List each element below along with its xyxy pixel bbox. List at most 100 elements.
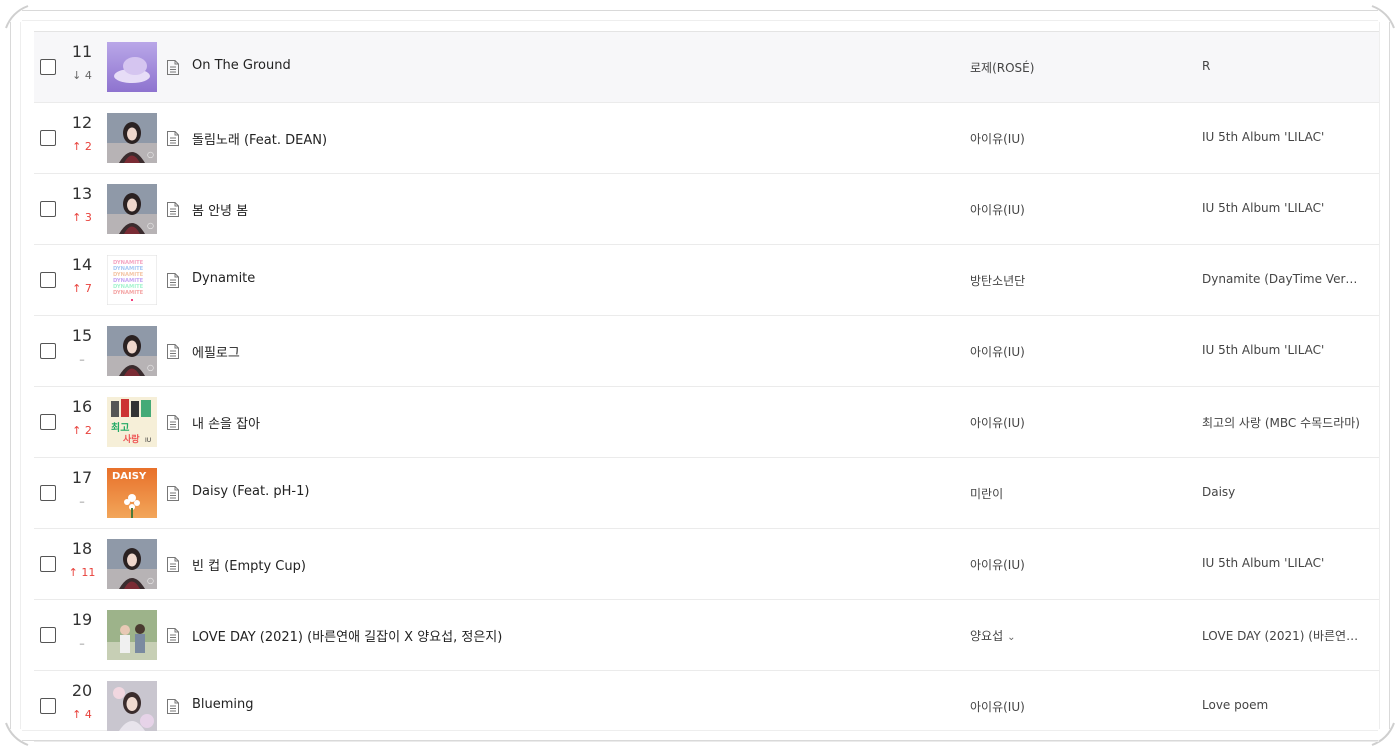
rank-change-value: 7 — [81, 282, 92, 295]
chart-row[interactable]: 12 ↑ 2 ○ 돌림노래 (Feat. DEAN) 아이유(IU) IU 5t… — [34, 103, 1379, 174]
song-title[interactable]: 봄 안녕 봄 — [192, 200, 248, 219]
row-checkbox[interactable] — [40, 130, 56, 146]
chart-row[interactable]: 15 – ○ 에필로그 아이유(IU) IU 5th Album 'LILAC' — [34, 316, 1379, 387]
rank-number: 20 — [71, 681, 93, 700]
chart-row[interactable]: 13 ↑ 3 ○ 봄 안녕 봄 아이유(IU) IU 5th Album 'LI… — [34, 174, 1379, 245]
row-checkbox[interactable] — [40, 201, 56, 217]
rank-change-value: 11 — [77, 566, 96, 579]
song-title[interactable]: 에필로그 — [192, 342, 240, 361]
song-title[interactable]: Daisy (Feat. pH-1) — [192, 484, 309, 499]
arrow-up-icon: ↑ — [72, 708, 82, 721]
album-art[interactable]: ○ — [107, 326, 157, 376]
album-name[interactable]: Dynamite (DayTime Version) — [1202, 272, 1362, 286]
album-name[interactable]: 최고의 사랑 (MBC 수목드라마) — [1202, 414, 1362, 431]
chart-row[interactable]: 19 – LOVE DAY (2021) (바른연애 길잡이 X 양요섭, 정은… — [34, 600, 1379, 671]
row-checkbox[interactable] — [40, 627, 56, 643]
arrow-up-icon: ↑ — [68, 566, 78, 579]
frame-line-left — [10, 22, 11, 729]
rank-change-value: 4 — [81, 69, 92, 82]
album-art[interactable]: 최고 사랑 IU — [107, 397, 157, 447]
song-title[interactable]: 내 손을 잡아 — [192, 413, 260, 432]
lyrics-document-icon[interactable] — [166, 415, 180, 430]
artist-name[interactable]: 아이유(IU) — [970, 130, 1025, 147]
artist-name[interactable]: 아이유(IU) — [970, 414, 1025, 431]
lyrics-document-icon[interactable] — [166, 699, 180, 714]
artist-name[interactable]: 아이유(IU) — [970, 201, 1025, 218]
rank-number: 12 — [71, 113, 93, 132]
row-checkbox[interactable] — [40, 59, 56, 75]
lyrics-document-icon[interactable] — [166, 273, 180, 288]
svg-text:○: ○ — [147, 363, 154, 372]
rank-number: 11 — [71, 42, 93, 61]
song-title[interactable]: 돌림노래 (Feat. DEAN) — [192, 129, 327, 148]
song-title[interactable]: 빈 컵 (Empty Cup) — [192, 555, 306, 574]
album-art[interactable]: ○ — [107, 113, 157, 163]
chevron-down-icon[interactable]: ⌄ — [1007, 632, 1015, 643]
arrow-up-icon: ↑ — [72, 424, 82, 437]
chart-row[interactable]: 18 ↑ 11 ○ 빈 컵 (Empty Cup) 아이유(IU) IU 5th… — [34, 529, 1379, 600]
row-checkbox[interactable] — [40, 272, 56, 288]
album-name[interactable]: LOVE DAY (2021) (바른연애 길잡이) — [1202, 627, 1362, 644]
rank-change: ↓ 4 — [62, 69, 102, 82]
row-checkbox[interactable] — [40, 485, 56, 501]
arrow-up-icon: ↑ — [72, 211, 82, 224]
chart-row[interactable]: 17 – DAISY Daisy (Feat. pH-1) 미란이 Daisy — [34, 458, 1379, 529]
lyrics-document-icon[interactable] — [166, 628, 180, 643]
lyrics-document-icon[interactable] — [166, 60, 180, 75]
artist-name[interactable]: 양요섭 ⌄ — [970, 627, 1016, 644]
album-art[interactable] — [107, 610, 157, 660]
album-name[interactable]: Love poem — [1202, 698, 1362, 712]
rank-change: ↑ 2 — [62, 424, 102, 437]
artist-name[interactable]: 방탄소년단 — [970, 272, 1025, 289]
lyrics-document-icon[interactable] — [166, 486, 180, 501]
rank-change-value: 2 — [81, 424, 92, 437]
rank-number: 13 — [71, 184, 93, 203]
artist-name[interactable]: 아이유(IU) — [970, 343, 1025, 360]
rank-change-value: – — [79, 637, 85, 650]
song-title[interactable]: Blueming — [192, 697, 254, 712]
svg-text:DAISY: DAISY — [112, 471, 147, 482]
chart-row[interactable]: 16 ↑ 2 최고 사랑 IU 내 손을 잡아 아이유(IU) 최고의 사랑 (MB… — [34, 387, 1379, 458]
chart-row[interactable]: 11 ↓ 4 On The Ground 로제(ROSÉ) R — [34, 31, 1379, 103]
artist-name[interactable]: 미란이 — [970, 485, 1003, 502]
rank-number: 19 — [71, 610, 93, 629]
frame-line-top — [22, 10, 1378, 11]
artist-name[interactable]: 아이유(IU) — [970, 556, 1025, 573]
album-art[interactable]: DYNAMITE DYNAMITE DYNAMITE DYNAMITE DYNAMITE… — [107, 255, 157, 305]
album-name[interactable]: IU 5th Album 'LILAC' — [1202, 130, 1362, 144]
song-title[interactable]: Dynamite — [192, 271, 255, 286]
album-art[interactable]: ○ — [107, 539, 157, 589]
chart-row[interactable]: 20 ↑ 4 Blueming 아이유(IU) Love poem — [34, 671, 1379, 742]
album-name[interactable]: IU 5th Album 'LILAC' — [1202, 556, 1362, 570]
row-checkbox[interactable] — [40, 698, 56, 714]
rank-number: 18 — [71, 539, 93, 558]
lyrics-document-icon[interactable] — [166, 131, 180, 146]
album-art[interactable] — [107, 42, 157, 92]
corner-ornament-icon — [2, 2, 32, 32]
row-checkbox[interactable] — [40, 556, 56, 572]
chart-row[interactable]: 14 ↑ 7 DYNAMITE DYNAMITE DYNAMITE DYNAMITE D… — [34, 245, 1379, 316]
album-art[interactable] — [107, 681, 157, 731]
row-checkbox[interactable] — [40, 414, 56, 430]
lyrics-document-icon[interactable] — [166, 344, 180, 359]
song-title[interactable]: LOVE DAY (2021) (바른연애 길잡이 X 양요섭, 정은지) — [192, 626, 502, 645]
lyrics-document-icon[interactable] — [166, 557, 180, 572]
album-name[interactable]: Daisy — [1202, 485, 1362, 499]
rank-change: ↑ 7 — [62, 282, 102, 295]
album-art[interactable]: ○ — [107, 184, 157, 234]
lyrics-document-icon[interactable] — [166, 202, 180, 217]
album-name[interactable]: IU 5th Album 'LILAC' — [1202, 201, 1362, 215]
row-checkbox[interactable] — [40, 343, 56, 359]
frame-line-right — [1389, 22, 1390, 729]
arrow-up-icon: ↑ — [72, 140, 82, 153]
album-name[interactable]: R — [1202, 59, 1362, 73]
rank-change: ↑ 2 — [62, 140, 102, 153]
corner-ornament-icon — [2, 719, 32, 749]
svg-text:DYNAMITE: DYNAMITE — [113, 290, 144, 296]
artist-name[interactable]: 아이유(IU) — [970, 698, 1025, 715]
artist-name[interactable]: 로제(ROSÉ) — [970, 59, 1034, 76]
album-art[interactable]: DAISY — [107, 468, 157, 518]
song-title[interactable]: On The Ground — [192, 58, 291, 73]
album-name[interactable]: IU 5th Album 'LILAC' — [1202, 343, 1362, 357]
rank-number: 16 — [71, 397, 93, 416]
